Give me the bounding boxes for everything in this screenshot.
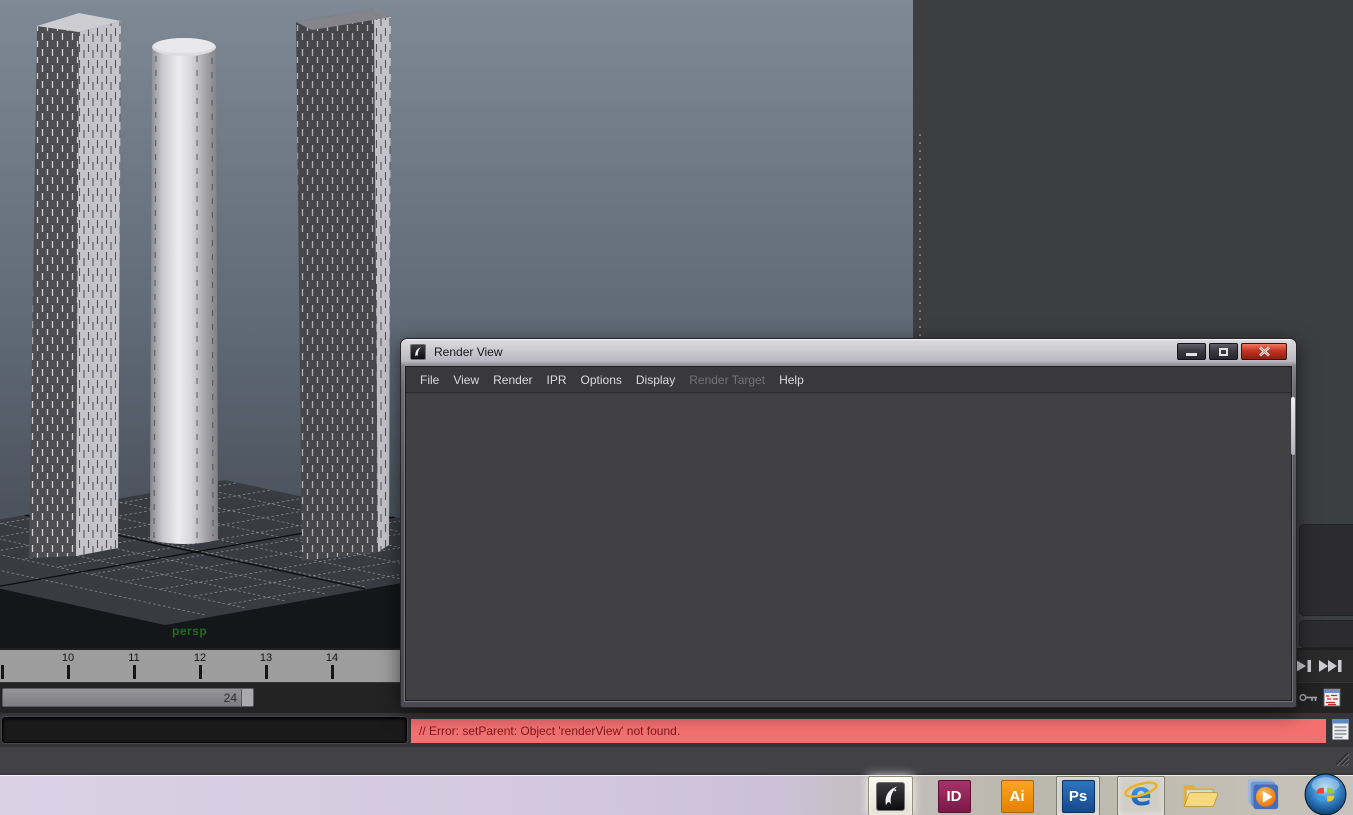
command-line-input[interactable]	[2, 717, 407, 743]
desktop: persp 10 11 12 13 14 24 // Error: setPar…	[0, 0, 1353, 815]
tick-mark	[133, 665, 136, 679]
render-view-body: File View Render IPR Options Display Ren…	[405, 366, 1292, 701]
tick-label: 13	[259, 652, 273, 664]
indesign-taskbar-button[interactable]: ID	[935, 777, 973, 815]
command-line-row: // Error: setParent: Object 'renderView'…	[0, 713, 1353, 747]
preferences-grid-icon	[1323, 688, 1341, 707]
photoshop-icon: Ps	[1061, 779, 1095, 813]
playback-controls	[1292, 650, 1353, 682]
tick-label: 12	[193, 652, 207, 664]
panel-box-upper	[1299, 524, 1353, 616]
indesign-icon: ID	[937, 779, 971, 813]
illustrator-icon: Ai	[1000, 779, 1034, 813]
window-resize-grip[interactable]	[1334, 751, 1350, 771]
script-editor-button[interactable]	[1331, 718, 1350, 746]
window-maya-icon	[410, 344, 426, 360]
render-view-titlebar[interactable]: Render View	[401, 339, 1296, 365]
media-player-taskbar-button[interactable]	[1243, 777, 1281, 815]
menu-render-target: Render Target	[689, 373, 766, 387]
windows-start-orb-icon	[1304, 773, 1347, 815]
range-slider[interactable]: 24	[2, 688, 254, 707]
tick-mark	[331, 665, 334, 679]
menu-ipr[interactable]: IPR	[540, 367, 574, 392]
illustrator-taskbar-button[interactable]: Ai	[998, 777, 1036, 815]
error-message-bar: // Error: setParent: Object 'renderView'…	[411, 719, 1326, 743]
window-controls	[1177, 343, 1287, 360]
window-title: Render View	[434, 345, 503, 359]
script-editor-icon	[1331, 718, 1350, 741]
tower-right-box[interactable]	[296, 9, 391, 561]
tower-left-box[interactable]	[29, 13, 121, 558]
range-slider-handle[interactable]	[241, 689, 253, 706]
tick-mark	[265, 665, 268, 679]
tick-mark	[1, 665, 4, 679]
render-view-menubar: File View Render IPR Options Display Ren…	[406, 367, 1291, 393]
step-forward-button[interactable]	[1295, 659, 1313, 673]
menu-file[interactable]: File	[413, 367, 446, 392]
tick-label: 11	[128, 652, 140, 664]
render-view-canvas[interactable]	[406, 394, 1291, 700]
maya-taskbar-button[interactable]	[868, 776, 913, 815]
maximize-button[interactable]	[1209, 343, 1238, 360]
render-view-window: Render View File View Render IPR Options	[400, 338, 1297, 708]
help-line	[0, 747, 1353, 773]
maximize-icon	[1219, 347, 1228, 356]
animation-preferences-button[interactable]	[1323, 688, 1341, 712]
auto-keyframe-button[interactable]	[1299, 691, 1318, 709]
close-icon	[1258, 346, 1270, 357]
folder-icon	[1181, 777, 1219, 815]
media-player-icon	[1243, 776, 1281, 815]
panel-box-lower	[1299, 620, 1353, 648]
start-button[interactable]	[1303, 773, 1348, 815]
window-edge-highlight	[1291, 397, 1295, 455]
menu-options[interactable]: Options	[574, 367, 629, 392]
minimize-button[interactable]	[1177, 343, 1206, 360]
internet-explorer-icon: e	[1122, 775, 1160, 815]
file-explorer-taskbar-button[interactable]	[1181, 777, 1219, 815]
taskbar: ID Ai Ps e	[0, 773, 1353, 815]
menu-render[interactable]: Render	[486, 367, 539, 392]
range-end-value: 24	[223, 691, 237, 705]
go-to-end-button[interactable]	[1319, 659, 1343, 673]
menu-display[interactable]: Display	[629, 367, 682, 392]
tick-mark	[199, 665, 202, 679]
maya-icon	[876, 781, 905, 811]
menu-help[interactable]: Help	[772, 367, 811, 392]
camera-name-label: persp	[172, 624, 208, 638]
menu-view[interactable]: View	[446, 367, 486, 392]
tower-middle-cylinder[interactable]	[150, 38, 218, 544]
tick-label: 14	[325, 652, 339, 664]
key-icon	[1299, 693, 1317, 702]
tick-label: 10	[61, 652, 75, 664]
photoshop-taskbar-button[interactable]: Ps	[1056, 776, 1100, 815]
internet-explorer-taskbar-button[interactable]: e	[1117, 775, 1165, 815]
close-button[interactable]	[1241, 343, 1287, 360]
minimize-icon	[1186, 353, 1197, 356]
tick-mark	[67, 665, 70, 679]
